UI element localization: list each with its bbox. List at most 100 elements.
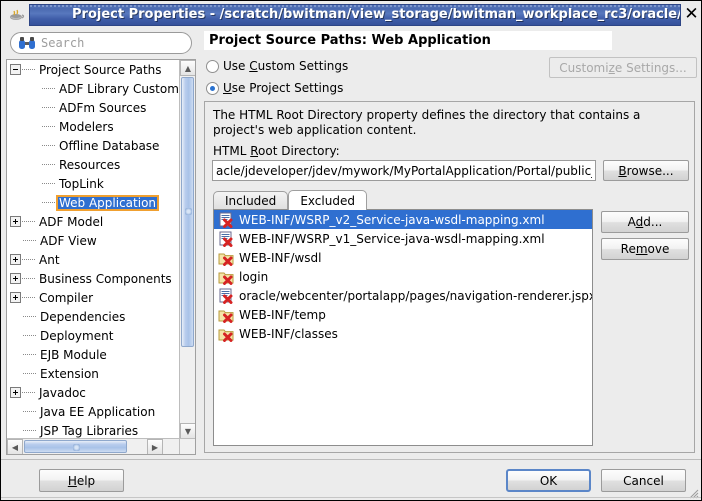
list-item[interactable]: WEB-INF/temp [214,305,592,324]
tree-connector [42,183,55,184]
folder-excluded-icon [218,250,234,266]
tab-excluded[interactable]: Excluded [288,190,367,210]
remove-label: Remove [620,242,670,256]
list-item[interactable]: WEB-INF/WSRP_v1_Service-java-wsdl-mappin… [214,229,592,248]
radio-indicator[interactable] [206,81,219,95]
tree-item-toplink[interactable]: TopLink [7,174,180,193]
tree-item-dependencies[interactable]: Dependencies [7,307,180,326]
scroll-right-icon[interactable]: ▶ [147,439,163,454]
tree-item-offline-database[interactable]: Offline Database [7,136,180,155]
tree-item-ejb-module[interactable]: EJB Module [7,345,180,364]
html-root-directory-input[interactable] [212,160,596,181]
tree-item-extension[interactable]: Extension [7,364,180,383]
tree-item-adf-view[interactable]: ADF View [7,231,180,250]
tree-connector [42,164,55,165]
tab-included[interactable]: Included [213,191,289,210]
scroll-up-icon[interactable]: ▲ [180,60,195,76]
tree-item-label: Web Application [55,194,160,211]
list-item-label: WEB-INF/wsdl [239,250,322,265]
list-item-label: login [239,269,269,284]
tree-item-compiler[interactable]: Compiler [7,288,180,307]
tree-connector [23,373,36,374]
cancel-button[interactable]: Cancel [601,469,686,492]
expand-icon[interactable] [10,387,21,398]
tree-item-adf-model[interactable]: ADF Model [7,212,180,231]
description-text: The HTML Root Directory property defines… [213,108,641,137]
search-box[interactable] [10,32,192,54]
list-item[interactable]: WEB-INF/WSRP_v2_Service-java-wsdl-mappin… [214,210,592,229]
tree-item-deployment[interactable]: Deployment [7,326,180,345]
tree-item-label: Business Components [39,271,172,286]
tree-hscroll-thumb[interactable] [24,440,127,453]
scroll-left-icon[interactable]: ◀ [7,439,23,454]
list-item-label: WEB-INF/WSRP_v2_Service-java-wsdl-mappin… [239,212,545,227]
list-item[interactable]: login [214,267,592,286]
tree-connector [22,221,35,222]
tree-item-label: Offline Database [59,138,160,153]
expand-icon[interactable] [10,216,21,227]
expand-icon[interactable] [10,292,21,303]
tree-item-ant[interactable]: Ant [7,250,180,269]
ok-button[interactable]: OK [506,469,591,492]
radio-indicator[interactable] [206,59,219,73]
tree-item-label: ADFm Sources [59,100,147,115]
tree-item-adfm-sources[interactable]: ADFm Sources [7,98,180,117]
search-input[interactable] [41,36,191,50]
tree-item-label: Modelers [59,119,114,134]
radio-use-project-settings[interactable]: Use Project Settings [206,81,343,95]
settings-tree-viewport: Project Source Paths ADF Library Customi A… [7,60,180,439]
browse-button[interactable]: Browse... [603,160,689,181]
list-item[interactable]: WEB-INF/wsdl [214,248,592,267]
remove-button[interactable]: Remove [601,238,689,260]
tree-item-label: EJB Module [40,347,107,362]
tree-item-web-application[interactable]: Web Application [7,193,180,212]
close-icon[interactable]: ✕ [682,3,701,26]
tree-vertical-scrollbar[interactable]: ▲ ▼ [179,60,195,439]
radio-use-custom-settings[interactable]: Use Custom Settings [206,59,348,73]
tree-connector [42,202,55,203]
settings-tree: Project Source Paths ADF Library Customi A… [6,59,196,455]
tree-item-label: Resources [59,157,121,172]
project-properties-dialog: Project Properties - /scratch/bwitman/vi… [0,0,702,501]
tree-item-modelers[interactable]: Modelers [7,117,180,136]
list-item[interactable]: oracle/webcenter/portalapp/pages/navigat… [214,286,592,305]
list-item-label: oracle/webcenter/portalapp/pages/navigat… [239,288,593,303]
tree-item-jsp-tag-libraries[interactable]: JSP Tag Libraries [7,421,180,439]
title-bar-strip[interactable]: Project Properties - /scratch/bwitman/vi… [29,3,681,26]
expand-icon[interactable] [10,254,21,265]
expand-icon[interactable] [10,273,21,284]
excluded-paths-list[interactable]: WEB-INF/WSRP_v2_Service-java-wsdl-mappin… [213,209,593,446]
scroll-down-icon[interactable]: ▼ [180,423,195,439]
window-bottom-rule [1,497,701,498]
customize-settings-button[interactable]: Customize Settings... [549,57,697,78]
tree-item-adf-library-customi[interactable]: ADF Library Customi [7,79,180,98]
help-button[interactable]: Help [39,469,124,492]
tree-connector [42,88,55,89]
collapse-icon[interactable] [10,64,21,75]
ok-label: OK [539,473,558,488]
tree-item-label: Dependencies [40,309,126,324]
include-exclude-tabs: Included Excluded [213,190,593,210]
add-button[interactable]: Add... [601,211,689,233]
tree-connector [22,297,35,298]
xml-file-excluded-icon [218,288,234,304]
list-item[interactable]: WEB-INF/classes [214,324,592,343]
radio-label: Use Project Settings [223,81,344,95]
tree-item-resources[interactable]: Resources [7,155,180,174]
java-cup-icon [5,4,27,26]
tree-connector [23,240,36,241]
scrollbar-corner [179,438,195,454]
scroll-grip [185,208,192,215]
tree-item-project-source-paths[interactable]: Project Source Paths [7,60,180,79]
tree-item-business-components[interactable]: Business Components [7,269,180,288]
tree-item-java-ee-application[interactable]: Java EE Application [7,402,180,421]
tree-horizontal-scrollbar[interactable]: ◀ ▶ [7,438,180,454]
tree-vscroll-thumb[interactable] [181,77,194,347]
radio-label: Use Custom Settings [223,59,349,73]
browse-label: Browse... [618,163,674,178]
tree-item-label: Javadoc [39,385,86,400]
tree-item-javadoc[interactable]: Javadoc [7,383,180,402]
customize-settings-label: Customize Settings... [559,60,687,75]
tree-connector [42,145,55,146]
tree-connector [23,411,36,412]
